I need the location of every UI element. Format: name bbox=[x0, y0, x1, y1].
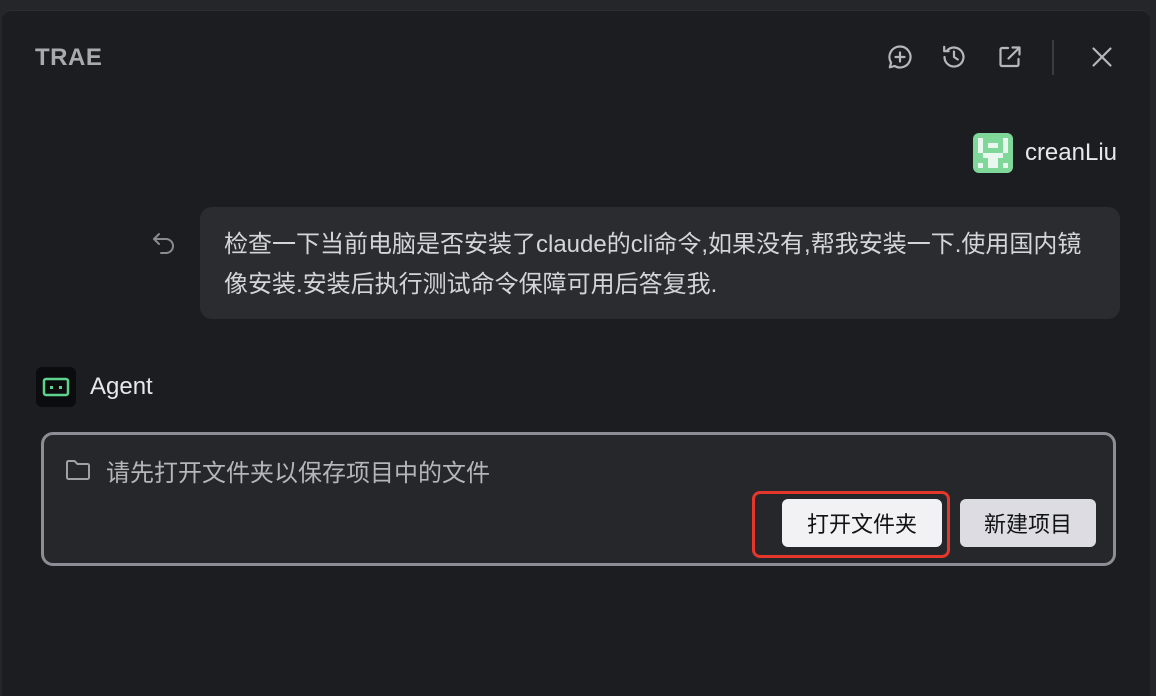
open-external-button[interactable] bbox=[992, 39, 1028, 75]
avatar bbox=[972, 133, 1013, 173]
agent-header: Agent bbox=[36, 367, 153, 407]
folder-prompt-text: 请先打开文件夹以保存项目中的文件 bbox=[106, 460, 490, 487]
open-external-icon bbox=[999, 46, 1021, 68]
undo-button[interactable] bbox=[148, 229, 180, 257]
user-message-header: creanLiu bbox=[972, 133, 1117, 173]
chat-panel: TRAE creanLiu 检查一下当前电脑是否安装了claude的cli命令,… bbox=[2, 10, 1150, 696]
user-message-bubble: 检查一下当前电脑是否安装了claude的cli命令,如果没有,帮我安装一下.使用… bbox=[200, 207, 1120, 319]
new-project-button[interactable]: 新建项目 bbox=[960, 499, 1096, 547]
user-name: creanLiu bbox=[1024, 139, 1117, 166]
app-title: TRAE bbox=[35, 44, 103, 71]
agent-icon bbox=[36, 367, 76, 407]
history-button[interactable] bbox=[936, 39, 972, 75]
new-chat-button[interactable] bbox=[882, 39, 918, 75]
open-folder-button[interactable]: 打开文件夹 bbox=[782, 499, 942, 547]
agent-name: Agent bbox=[90, 373, 153, 400]
folder-icon bbox=[66, 460, 90, 480]
history-icon bbox=[943, 45, 965, 68]
open-folder-card: 请先打开文件夹以保存项目中的文件 打开文件夹 新建项目 bbox=[41, 432, 1116, 566]
undo-icon bbox=[153, 233, 174, 254]
header-divider bbox=[1052, 40, 1054, 75]
close-button[interactable] bbox=[1084, 39, 1120, 75]
new-chat-icon bbox=[888, 45, 912, 69]
close-icon bbox=[1092, 47, 1112, 67]
